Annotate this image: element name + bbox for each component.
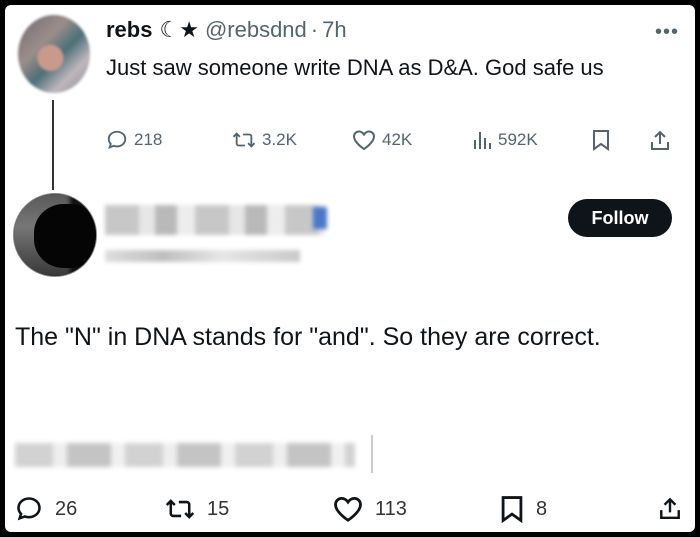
original-tweet-actions: 218 3.2K 42K 592K [106,129,686,159]
follow-button[interactable]: Follow [568,199,672,237]
reply-tweet-actions: 26 15 113 8 [15,495,685,527]
repost-count: 15 [207,497,230,520]
screenshot-frame: rebs ☾★ @rebsdnd · 7h ••• Just saw someo… [5,5,695,532]
thread-connector-line [52,100,54,190]
like-count: 42K [382,130,413,149]
reply-icon [17,497,41,521]
more-horizontal-icon[interactable]: ••• [655,21,679,44]
redacted-display-name [105,205,327,235]
repost-count: 3.2K [262,130,297,149]
heart-icon [352,130,376,151]
bookmark-icon [593,130,609,151]
bookmark-button[interactable]: 8 [500,495,547,523]
share-icon [651,130,669,150]
original-tweet-text: Just saw someone write DNA as D&A. God s… [106,55,604,80]
reply-author-avatar[interactable] [13,193,97,277]
bookmark-count: 8 [536,497,548,520]
repost-button[interactable]: 3.2K [232,129,297,151]
reply-count: 218 [134,130,163,149]
like-button[interactable]: 113 [333,495,407,523]
redacted-user-handle [105,250,300,262]
heart-icon [334,496,362,522]
original-author-row: rebs ☾★ @rebsdnd · 7h [106,17,347,43]
share-button[interactable] [649,129,671,151]
redacted-post-metadata [15,443,355,467]
reply-button[interactable]: 26 [15,495,77,523]
reply-count: 26 [55,497,78,520]
separator-dot: · [310,17,319,42]
display-name[interactable]: rebs [106,17,152,43]
views-count: 592K [498,130,538,149]
share-icon [660,497,680,520]
bookmark-button[interactable] [592,129,610,151]
reply-tweet-text: The "N" in DNA stands for "and". So they… [15,323,601,351]
original-author-avatar[interactable] [18,15,90,93]
user-handle[interactable]: @rebsdnd [205,17,307,43]
bookmark-icon [501,496,523,523]
reply-icon [107,130,127,149]
like-count: 113 [375,497,407,520]
repost-icon [165,499,195,519]
views-icon [474,132,491,149]
repost-button[interactable]: 15 [165,495,229,523]
reply-button[interactable]: 218 [106,129,162,151]
repost-icon [232,132,256,148]
share-button[interactable] [658,495,682,521]
views-button[interactable]: 592K [472,129,538,151]
meta-divider [371,435,373,473]
name-glyphs: ☾★ [159,17,199,42]
post-time[interactable]: 7h [322,17,346,43]
like-button[interactable]: 42K [352,129,412,151]
